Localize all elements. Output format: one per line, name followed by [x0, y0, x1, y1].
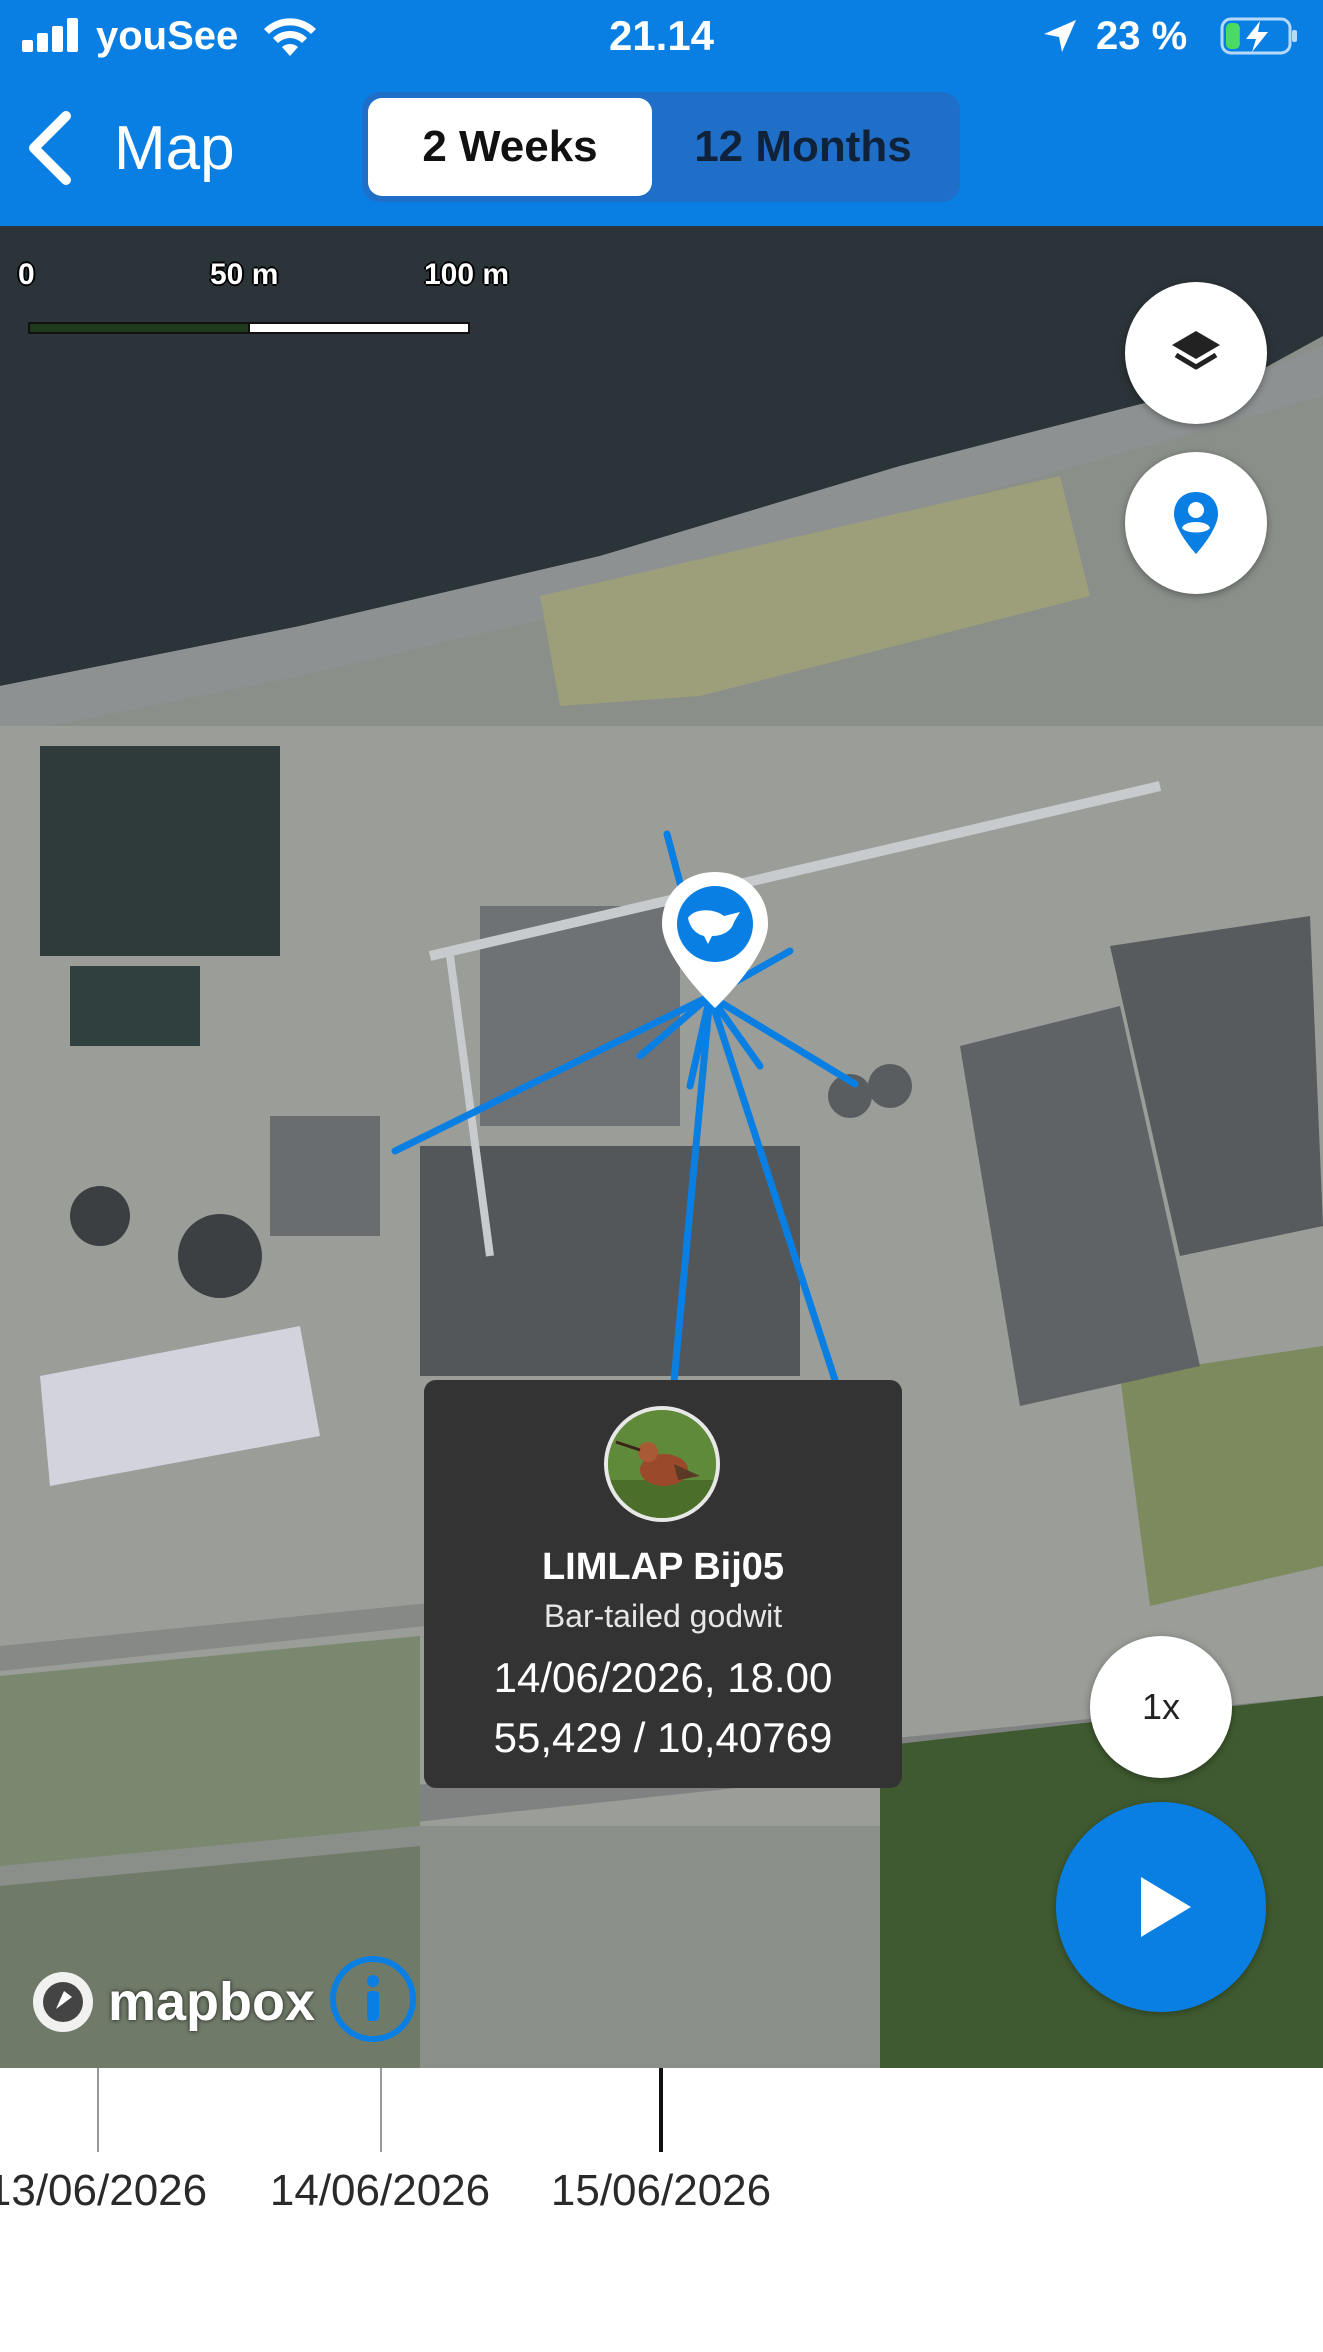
- map-layers-button[interactable]: [1125, 282, 1267, 424]
- attribution-info-button[interactable]: [330, 1956, 416, 2042]
- playback-speed-button[interactable]: 1x: [1090, 1636, 1232, 1778]
- mapbox-compass-icon: [33, 1972, 93, 2032]
- chevron-left-icon: [29, 111, 71, 185]
- position-datetime: 14/06/2026, 18.00: [493, 1654, 833, 1701]
- timeline-date-label: 14/06/2026: [269, 2166, 491, 2215]
- scale-bar-segment-1: [28, 322, 250, 334]
- mapbox-wordmark: mapbox: [108, 1972, 316, 2032]
- layers-icon: [1172, 331, 1220, 370]
- status-bar: youSee 21.14 23 %: [0, 0, 1323, 72]
- scale-label-50: 50 m: [210, 258, 279, 291]
- back-button[interactable]: Map: [26, 108, 235, 188]
- location-pin-icon: [1174, 492, 1218, 554]
- bird-species: Bar-tailed godwit: [543, 1598, 783, 1634]
- timeline-current-position[interactable]: [659, 2068, 663, 2152]
- location-arrow-icon: [1044, 20, 1076, 52]
- date-timeline[interactable]: 13/06/2026 14/06/2026 15/06/2026: [0, 2068, 1323, 2352]
- timeline-date-label: 15/06/2026: [550, 2166, 772, 2215]
- satellite-map[interactable]: 0 50 m 100 m 1x mapbox: [0, 226, 1323, 2068]
- mapbox-logo: mapbox: [28, 1962, 315, 2042]
- scale-label-0: 0: [18, 258, 35, 291]
- segment-2-weeks[interactable]: 2 Weeks: [368, 98, 652, 196]
- app-header: youSee 21.14 23 % Map 2 Weeks 12 Months: [0, 0, 1323, 226]
- timeline-date-label: 13/06/2026: [0, 2166, 208, 2215]
- play-icon: [1141, 1877, 1191, 1937]
- scale-label-100: 100 m: [424, 258, 510, 291]
- bird-name: LIMLAP Bij05: [541, 1546, 785, 1588]
- my-location-button[interactable]: [1125, 452, 1267, 594]
- position-coordinates: 55,429 / 10,40769: [493, 1714, 833, 1761]
- satellite-imagery: [0, 226, 1323, 2068]
- play-button[interactable]: [1056, 1802, 1266, 2012]
- timeline-tick: [97, 2068, 99, 2152]
- bird-info-popup[interactable]: LIMLAP Bij05 Bar-tailed godwit 14/06/202…: [424, 1380, 902, 1788]
- bird-avatar: [604, 1406, 720, 1522]
- scale-bar-segment-2: [248, 322, 470, 334]
- bird-location-marker[interactable]: [654, 866, 776, 1014]
- time-range-segmented-control: 2 Weeks 12 Months: [362, 92, 960, 202]
- battery-charging-icon: [1220, 17, 1297, 55]
- segment-12-months[interactable]: 12 Months: [652, 98, 954, 196]
- map-scale-bar: 0 50 m 100 m: [16, 258, 536, 334]
- info-icon: [367, 1975, 379, 2021]
- timeline-tick: [380, 2068, 382, 2152]
- back-button-label: Map: [114, 113, 235, 183]
- battery-percentage: 23 %: [1096, 14, 1188, 58]
